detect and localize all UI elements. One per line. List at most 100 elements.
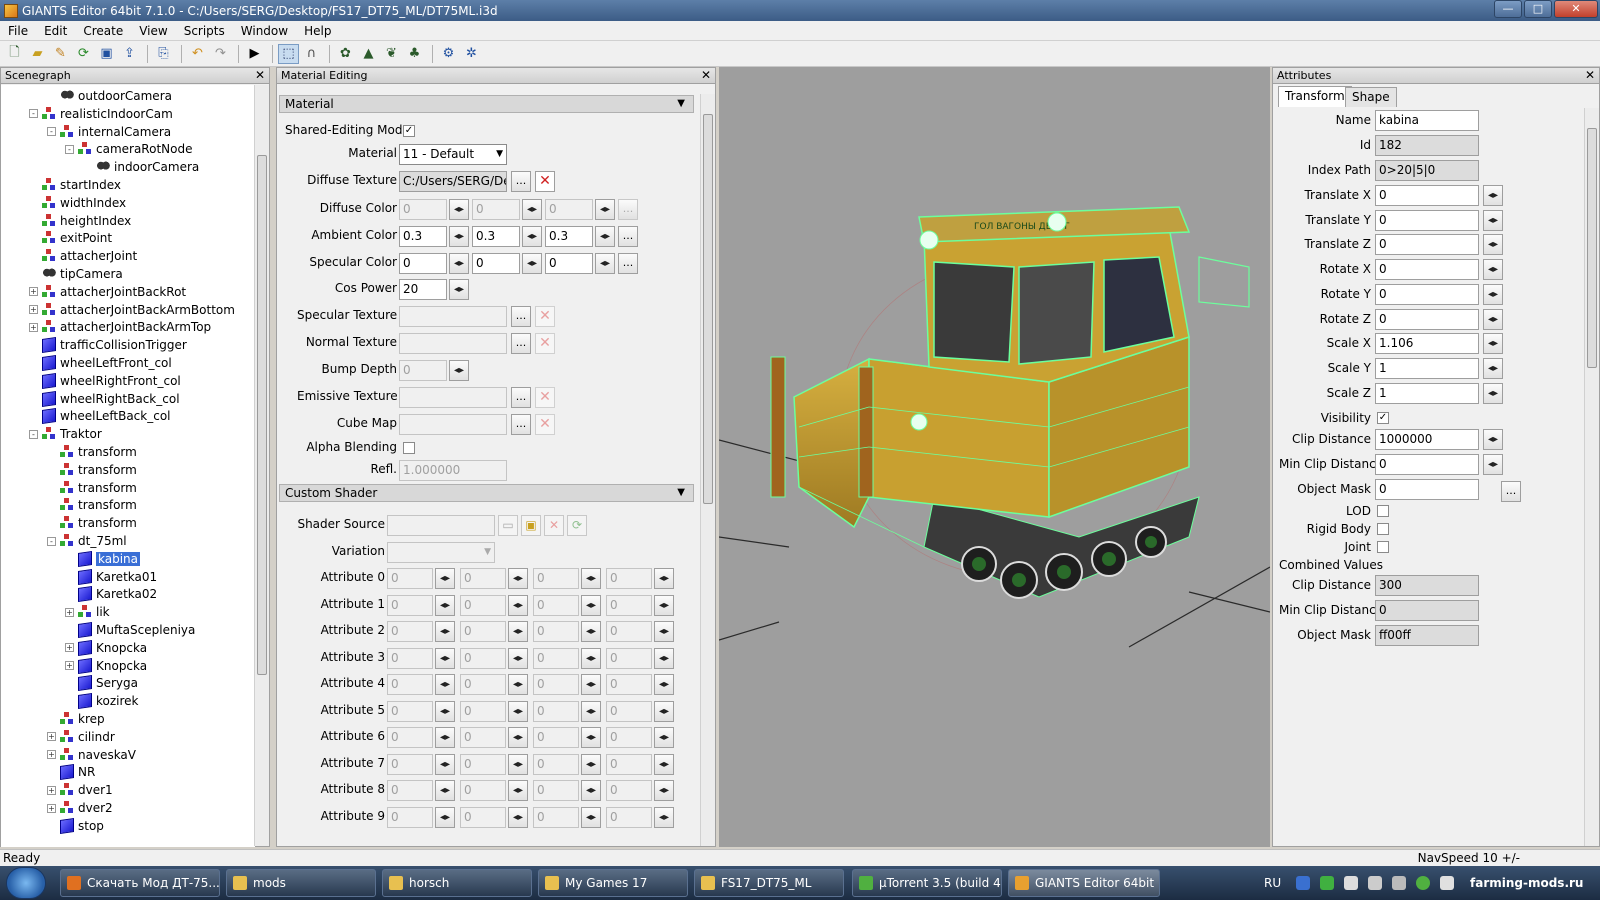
material-editing-close-icon[interactable]: ✕ bbox=[701, 68, 711, 83]
object-mask-field[interactable]: 0 bbox=[1375, 479, 1479, 500]
material-scrollbar[interactable] bbox=[700, 94, 715, 846]
material-section-header[interactable]: Material ▼ bbox=[279, 95, 694, 113]
spin-arrows-icon[interactable]: ◂▸ bbox=[508, 674, 528, 695]
attribute-value-field[interactable]: 0 bbox=[460, 647, 506, 669]
tree-row[interactable]: Seryga bbox=[65, 674, 138, 692]
spin-arrows-icon[interactable]: ◂▸ bbox=[435, 753, 455, 775]
spin-arrows-icon[interactable]: ◂▸ bbox=[435, 647, 455, 669]
terrain-icon[interactable]: ▲ bbox=[358, 44, 379, 64]
browse-emissive-button[interactable]: ... bbox=[511, 387, 531, 408]
attribute-value-field[interactable]: 0 bbox=[606, 806, 652, 828]
min-clip-spin[interactable]: ◂▸ bbox=[1483, 454, 1503, 475]
color-picker-button[interactable]: ... bbox=[618, 199, 638, 220]
taskbar-button[interactable]: My Games 17 bbox=[538, 869, 688, 897]
attribute-value-field[interactable]: 0 bbox=[606, 594, 652, 616]
attribute-value-field[interactable]: 0 bbox=[606, 753, 652, 775]
alpha-blending-checkbox[interactable] bbox=[403, 442, 415, 454]
spin-arrows-icon[interactable]: ◂▸ bbox=[1483, 259, 1503, 281]
spin-arrows-icon[interactable]: ◂▸ bbox=[522, 226, 542, 247]
tab-shape[interactable]: Shape bbox=[1345, 87, 1397, 107]
tree-row[interactable]: outdoorCamera bbox=[47, 87, 172, 105]
attribute-value-field[interactable]: 0 bbox=[460, 674, 506, 695]
cube-map-field[interactable] bbox=[399, 414, 507, 435]
spin-arrows-icon[interactable]: ◂▸ bbox=[581, 647, 601, 669]
diffuse-texture-field[interactable]: C:/Users/SERG/Des bbox=[399, 171, 507, 192]
menu-window[interactable]: Window bbox=[233, 24, 296, 38]
tree-row[interactable]: attacherJoint bbox=[29, 247, 137, 265]
transform-field[interactable]: 0 bbox=[1375, 283, 1479, 305]
spin-arrows-icon[interactable]: ◂▸ bbox=[508, 621, 528, 642]
spin-arrows-icon[interactable]: ◂▸ bbox=[654, 647, 674, 669]
spin-arrows-icon[interactable]: ◂▸ bbox=[1483, 357, 1503, 379]
tree-row[interactable]: kabina bbox=[65, 550, 141, 568]
spin-arrows-icon[interactable]: ◂▸ bbox=[581, 806, 601, 828]
spin-arrows-icon[interactable]: ◂▸ bbox=[522, 253, 542, 274]
attribute-value-field[interactable]: 0 bbox=[533, 647, 579, 669]
attributes-close-icon[interactable]: ✕ bbox=[1585, 68, 1595, 83]
attribute-value-field[interactable]: 0 bbox=[533, 780, 579, 801]
tree-icon[interactable]: ♣ bbox=[404, 44, 425, 64]
refl-field[interactable]: 1.000000 bbox=[399, 460, 507, 481]
scenegraph-tree[interactable]: outdoorCamera - realisticIndoorCam - interna… bbox=[1, 85, 255, 847]
spin-arrows-icon[interactable]: ◂▸ bbox=[595, 226, 615, 247]
spin-arrows-icon[interactable]: ◂▸ bbox=[508, 727, 528, 748]
transform-field[interactable]: 1 bbox=[1375, 382, 1479, 404]
attribute-value-field[interactable]: 0 bbox=[460, 621, 506, 642]
spin-arrows-icon[interactable]: ◂▸ bbox=[449, 199, 469, 220]
expand-icon[interactable]: + bbox=[65, 643, 74, 653]
tree-row[interactable]: + lik bbox=[65, 603, 110, 621]
transform-field[interactable]: 0 bbox=[1375, 209, 1479, 231]
folder-icon[interactable]: ▭ bbox=[498, 515, 518, 536]
menu-view[interactable]: View bbox=[131, 24, 175, 38]
undo-icon[interactable]: ↶ bbox=[187, 44, 208, 64]
scrollbar-thumb[interactable] bbox=[703, 114, 713, 504]
collapse-icon[interactable]: - bbox=[65, 144, 74, 154]
spin-arrows-icon[interactable]: ◂▸ bbox=[654, 700, 674, 722]
visibility-checkbox[interactable]: ✓ bbox=[1377, 412, 1389, 424]
tree-row[interactable]: trafficCollisionTrigger bbox=[29, 336, 187, 354]
spin-arrows-icon[interactable]: ◂▸ bbox=[508, 568, 528, 589]
normal-texture-field[interactable] bbox=[399, 333, 507, 354]
transform-field[interactable]: 1.106 bbox=[1375, 333, 1479, 355]
shader-source-field[interactable] bbox=[387, 515, 495, 536]
attribute-value-field[interactable]: 0 bbox=[387, 727, 433, 748]
spin-arrows-icon[interactable]: ◂▸ bbox=[449, 253, 469, 274]
tree-row[interactable]: Karetka02 bbox=[65, 585, 157, 603]
display-icon[interactable] bbox=[1392, 876, 1406, 890]
tree-row[interactable]: kozirek bbox=[65, 692, 139, 710]
attribute-value-field[interactable]: 0 bbox=[606, 647, 652, 669]
spin-arrows-icon[interactable]: ◂▸ bbox=[654, 594, 674, 616]
ambient-color-field[interactable]: 0.3 bbox=[472, 226, 520, 247]
menu-edit[interactable]: Edit bbox=[36, 24, 75, 38]
edit-icon[interactable]: ✎ bbox=[50, 44, 71, 64]
minimize-button[interactable]: — bbox=[1494, 0, 1522, 18]
clear-diffuse-icon[interactable]: ✕ bbox=[535, 171, 555, 192]
import-icon[interactable]: ⎘ bbox=[153, 44, 174, 64]
bump-depth-spin[interactable]: ◂▸ bbox=[449, 360, 469, 381]
collapse-icon[interactable]: - bbox=[29, 109, 38, 119]
spin-arrows-icon[interactable]: ◂▸ bbox=[435, 674, 455, 695]
object-mask-button[interactable]: ... bbox=[1501, 481, 1521, 502]
paint-icon[interactable]: ✿ bbox=[335, 44, 356, 64]
tree-row[interactable]: - dt_75ml bbox=[47, 532, 127, 550]
tree-row[interactable]: startIndex bbox=[29, 176, 121, 194]
attribute-value-field[interactable]: 0 bbox=[533, 568, 579, 589]
attribute-value-field[interactable]: 0 bbox=[387, 568, 433, 589]
tree-row[interactable]: exitPoint bbox=[29, 229, 112, 247]
settings-icon[interactable]: ✲ bbox=[461, 44, 482, 64]
spin-arrows-icon[interactable]: ◂▸ bbox=[581, 753, 601, 775]
tree-row[interactable]: transform bbox=[47, 496, 137, 514]
tree-row[interactable]: stop bbox=[47, 817, 104, 835]
select-icon[interactable]: ⬚ bbox=[278, 43, 299, 64]
spin-arrows-icon[interactable]: ◂▸ bbox=[581, 780, 601, 801]
spin-arrows-icon[interactable]: ◂▸ bbox=[435, 727, 455, 748]
save-icon[interactable]: ▣ bbox=[96, 44, 117, 64]
cos-power-field[interactable]: 20 bbox=[399, 279, 447, 300]
tree-row[interactable]: wheelLeftBack_col bbox=[29, 407, 171, 425]
network-icon[interactable] bbox=[1296, 876, 1310, 890]
collapse-icon[interactable]: - bbox=[47, 536, 56, 546]
taskbar-button[interactable]: FS17_DT75_ML bbox=[694, 869, 844, 897]
clear-specular-icon[interactable]: ✕ bbox=[535, 306, 555, 327]
transform-field[interactable]: 0 bbox=[1375, 308, 1479, 330]
attribute-value-field[interactable]: 0 bbox=[606, 621, 652, 642]
